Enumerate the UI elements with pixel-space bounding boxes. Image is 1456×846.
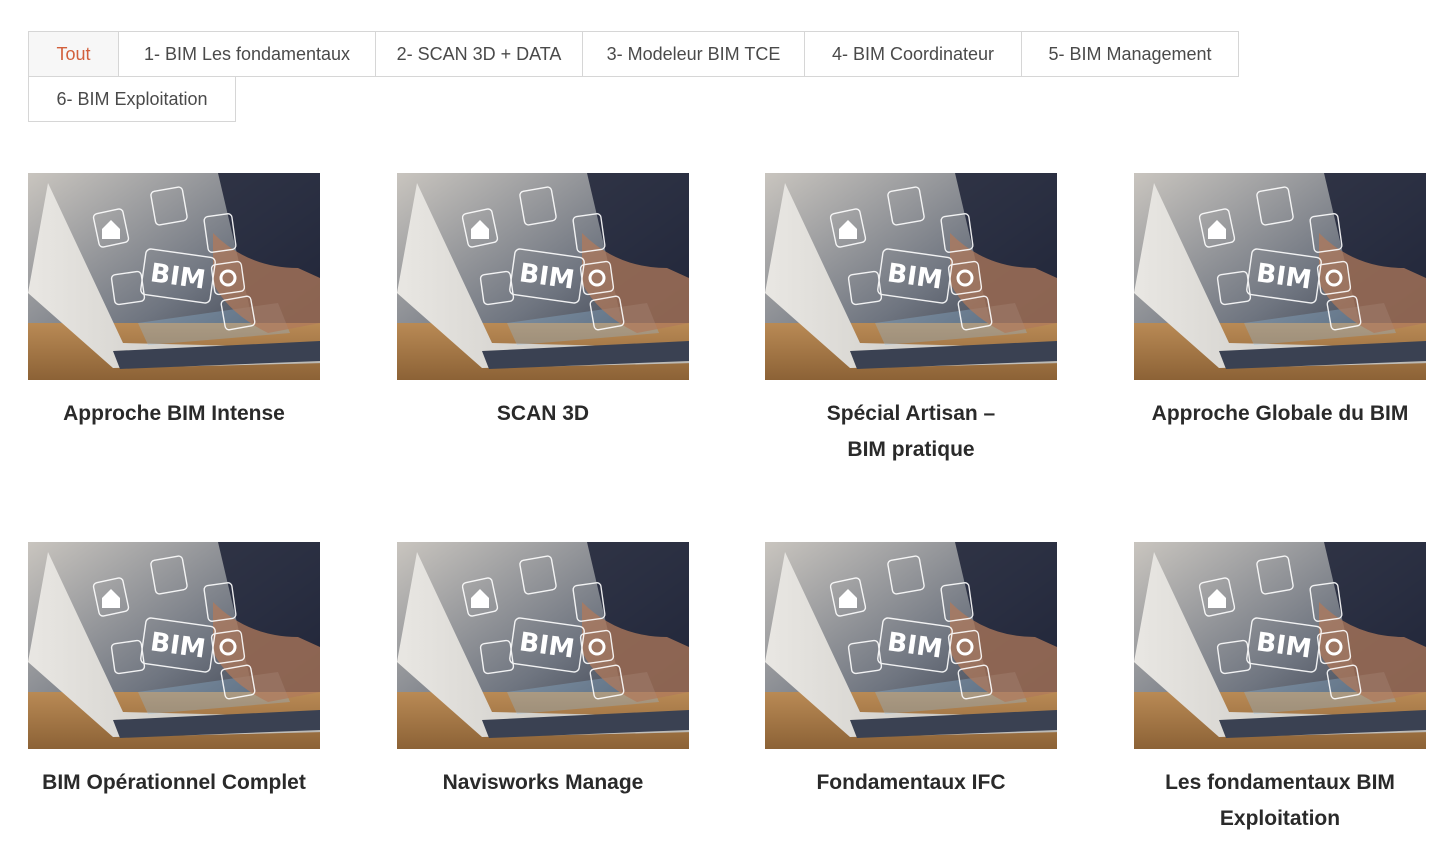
course-title[interactable]: Approche Globale du BIM (1134, 396, 1426, 432)
laptop-bim-image: BIM (765, 173, 1057, 380)
course-title[interactable]: Spécial Artisan – BIM pratique (765, 396, 1057, 468)
course-card[interactable]: BIM Les fondamentaux BIM Exploitation (1134, 542, 1426, 837)
course-title[interactable]: Approche BIM Intense (28, 396, 320, 432)
filter-tab-scan-3d-data[interactable]: 2- SCAN 3D + DATA (375, 31, 583, 77)
laptop-bim-image: BIM (1134, 173, 1426, 380)
course-title[interactable]: Navisworks Manage (397, 765, 689, 801)
filter-tab-bim-coordinateur[interactable]: 4- BIM Coordinateur (804, 31, 1022, 77)
laptop-bim-image: BIM (28, 542, 320, 749)
filter-row-1: Tout 1- BIM Les fondamentaux 2- SCAN 3D … (28, 31, 1243, 77)
course-title[interactable]: BIM Opérationnel Complet (28, 765, 320, 801)
course-title[interactable]: SCAN 3D (397, 396, 689, 432)
laptop-bim-image: BIM (1134, 542, 1426, 749)
filter-tabs: Tout 1- BIM Les fondamentaux 2- SCAN 3D … (28, 31, 1243, 122)
course-card[interactable]: BIM Approche BIM Intense (28, 173, 320, 432)
laptop-bim-image: BIM (397, 542, 689, 749)
course-title[interactable]: Fondamentaux IFC (765, 765, 1057, 801)
filter-row-2: 6- BIM Exploitation (28, 76, 1243, 122)
course-thumbnail[interactable]: BIM (28, 542, 320, 749)
course-thumbnail[interactable]: BIM (1134, 173, 1426, 380)
course-card[interactable]: BIM Fondamentaux IFC (765, 542, 1057, 801)
filter-tab-bim-exploitation[interactable]: 6- BIM Exploitation (28, 76, 236, 122)
course-thumbnail[interactable]: BIM (397, 173, 689, 380)
course-thumbnail[interactable]: BIM (28, 173, 320, 380)
laptop-bim-image: BIM (397, 173, 689, 380)
course-thumbnail[interactable]: BIM (765, 173, 1057, 380)
course-card[interactable]: BIM Approche Globale du BIM (1134, 173, 1426, 432)
course-thumbnail[interactable]: BIM (765, 542, 1057, 749)
course-thumbnail[interactable]: BIM (397, 542, 689, 749)
laptop-bim-image: BIM (765, 542, 1057, 749)
filter-tab-tout[interactable]: Tout (28, 31, 119, 77)
course-card[interactable]: BIM BIM Opérationnel Complet (28, 542, 320, 801)
course-title[interactable]: Les fondamentaux BIM Exploitation (1134, 765, 1426, 837)
course-card[interactable]: BIM Spécial Artisan – BIM pratique (765, 173, 1057, 468)
filter-tab-bim-fondamentaux[interactable]: 1- BIM Les fondamentaux (118, 31, 376, 77)
course-thumbnail[interactable]: BIM (1134, 542, 1426, 749)
course-card[interactable]: BIM SCAN 3D (397, 173, 689, 432)
course-card[interactable]: BIM Navisworks Manage (397, 542, 689, 801)
filter-tab-modeleur-bim-tce[interactable]: 3- Modeleur BIM TCE (582, 31, 805, 77)
laptop-bim-image: BIM (28, 173, 320, 380)
filter-tab-bim-management[interactable]: 5- BIM Management (1021, 31, 1239, 77)
